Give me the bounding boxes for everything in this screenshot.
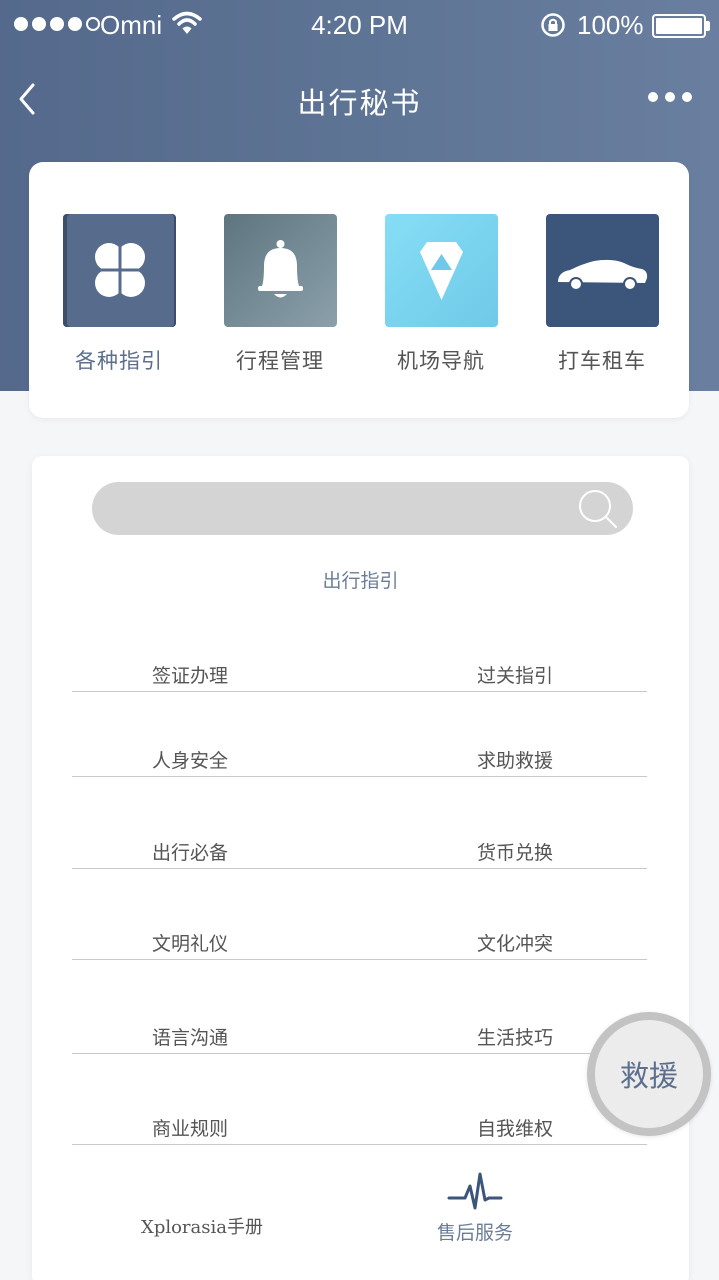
search-input[interactable] (92, 482, 633, 535)
guide-item-safety[interactable]: 人身安全 (110, 746, 270, 773)
rotation-lock-icon (541, 13, 565, 37)
guide-item-life-tips[interactable]: 生活技巧 (435, 1023, 595, 1050)
section-title: 出行指引 (322, 570, 399, 592)
guide-item-rights[interactable]: 自我维权 (435, 1114, 595, 1141)
battery-percent: 100% (577, 10, 644, 40)
pulse-icon (447, 1172, 503, 1210)
guide-item-culture[interactable]: 文化冲突 (435, 929, 595, 956)
handbook-link[interactable]: Xplorasia手册 (72, 1213, 332, 1239)
car-icon (545, 214, 659, 327)
status-bar: Omni 4:20 PM 100% (0, 0, 719, 50)
feature-card: 各种指引 行程管理 机场导航 打车租车 (29, 162, 689, 418)
feature-itinerary[interactable]: 行程管理 (205, 214, 355, 375)
battery-tip (706, 21, 710, 31)
page-title: 出行秘书 (297, 86, 422, 120)
guide-item-business[interactable]: 商业规则 (110, 1114, 270, 1141)
guide-card: 出行指引 签证办理 过关指引 人身安全 求助救援 出行必备 货币兑换 文明礼仪 … (32, 456, 689, 1280)
guide-row: 语言沟通 生活技巧 (72, 1023, 647, 1054)
feature-guides[interactable]: 各种指引 (44, 214, 194, 375)
more-icon[interactable] (648, 92, 692, 102)
guide-row: 文明礼仪 文化冲突 (72, 929, 647, 960)
feature-taxi-rental[interactable]: 打车租车 (527, 214, 677, 375)
rescue-label: 救援 (619, 1059, 678, 1093)
rescue-button[interactable]: 救援 (587, 1012, 711, 1136)
guide-row: 商业规则 自我维权 (72, 1114, 647, 1145)
guide-item-rescue[interactable]: 求助救援 (435, 746, 595, 773)
guide-item-currency[interactable]: 货币兑换 (435, 838, 595, 865)
diamond-icon (384, 214, 498, 327)
guide-item-etiquette[interactable]: 文明礼仪 (110, 929, 270, 956)
feature-airport-navigation[interactable]: 机场导航 (366, 214, 516, 375)
guide-row: 人身安全 求助救援 (72, 746, 647, 777)
guide-row: 出行必备 货币兑换 (72, 838, 647, 869)
guide-row: 签证办理 过关指引 (72, 661, 647, 692)
guide-item-visa[interactable]: 签证办理 (110, 661, 270, 688)
guide-item-language[interactable]: 语言沟通 (110, 1023, 270, 1050)
battery-icon (652, 14, 706, 38)
feature-label: 机场导航 (397, 349, 485, 373)
after-sales-label: 售后服务 (436, 1222, 513, 1244)
bell-icon (223, 214, 337, 327)
feature-label: 打车租车 (558, 349, 646, 373)
clover-icon (62, 214, 176, 327)
guide-item-essentials[interactable]: 出行必备 (110, 838, 270, 865)
search-icon[interactable] (575, 486, 621, 532)
after-sales-button[interactable]: 售后服务 (395, 1168, 555, 1245)
guide-item-customs[interactable]: 过关指引 (435, 661, 595, 688)
feature-label: 各种指引 (75, 349, 163, 373)
feature-label: 行程管理 (236, 349, 324, 373)
